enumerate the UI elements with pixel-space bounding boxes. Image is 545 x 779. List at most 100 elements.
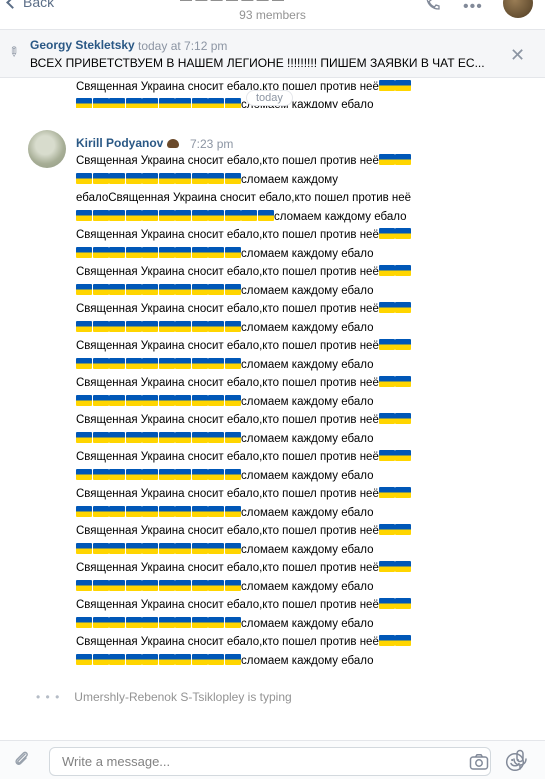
message-author[interactable]: Kirill Podyanov (76, 136, 180, 150)
ukraine-flag-icon (158, 468, 175, 480)
message-line: сломаем каждому ебало (76, 319, 476, 338)
ukraine-flag-icon (109, 98, 125, 108)
message-line: сломаем каждому ебало (76, 356, 476, 375)
typing-text: Umershly-Rebenok S-Tsiklopley is typing (74, 690, 292, 704)
ukraine-flag-icon (76, 172, 92, 184)
ukraine-flag-icon (208, 283, 224, 295)
date-divider: today (246, 90, 293, 106)
ukraine-flag-icon (191, 246, 208, 258)
message-input[interactable] (50, 748, 400, 775)
ukraine-flag-icon (109, 431, 125, 443)
pinned-author[interactable]: Georgy Stekletsky (30, 38, 135, 52)
ukraine-flag-icon (208, 394, 224, 406)
ukraine-flag-icon (76, 468, 92, 480)
message-line: сломаем каждому ебало (76, 282, 476, 301)
ukraine-flag-icon (395, 376, 412, 387)
ukraine-flag-icon (175, 98, 191, 108)
ukraine-flag-icon (257, 209, 274, 221)
message-line: сломаем каждому ебало (76, 245, 476, 264)
close-icon[interactable]: ✕ (510, 45, 525, 66)
ukraine-flag-icon (125, 468, 142, 480)
message-line: Священная Украина сносит ебало,кто пошел… (76, 633, 476, 652)
ukraine-flag-icon (158, 394, 175, 406)
ukraine-flag-icon (158, 616, 175, 628)
ukraine-flag-icon (125, 431, 142, 443)
message-line-text: Священная Украина сносит ебало,кто пошел… (76, 340, 379, 352)
message-line-text: сломаем каждому ебало (241, 654, 374, 667)
ukraine-flag-icon (191, 431, 208, 443)
ukraine-flag-icon (395, 598, 412, 609)
message-line: Священная Украина сносит ебало,кто пошел… (76, 522, 476, 541)
message-line: сломаем каждому ебало (76, 652, 476, 671)
previous-message-line: Священная Украина сносит ебало,кто пошел… (76, 81, 379, 93)
message-line-text: сломаем каждому ебало (241, 543, 374, 556)
ukraine-flag-icon (142, 357, 158, 369)
ukraine-flag-icon (395, 339, 412, 350)
ukraine-flag-icon (208, 468, 224, 480)
ukraine-flag-icon (158, 653, 175, 665)
ukraine-flag-icon (142, 209, 158, 221)
ukraine-flag-icon (142, 616, 158, 628)
ukraine-flag-icon (378, 228, 395, 239)
message-line: ебалоСвященная Украина сносит ебало,кто … (76, 189, 476, 208)
microphone-icon[interactable] (511, 749, 529, 771)
message-line: Священная Украина сносит ебало,кто пошел… (76, 411, 476, 430)
message-line: Священная Украина сносит ебало,кто пошел… (76, 300, 476, 319)
message-line: Священная Украина сносит ебало,кто пошел… (76, 485, 476, 504)
message-line: Священная Украина сносит ебало,кто пошел… (76, 337, 476, 356)
ukraine-flag-icon (76, 246, 92, 258)
avatar[interactable] (28, 130, 66, 168)
ukraine-flag-icon (208, 542, 224, 554)
ukraine-flag-icon (208, 616, 224, 628)
message-line-text: Священная Украина сносит ебало,кто пошел… (76, 155, 379, 167)
ukraine-flag-icon (158, 320, 175, 332)
message-line: сломаем каждому ебало (76, 504, 476, 523)
ukraine-flag-icon (224, 431, 241, 443)
chat-header: Back — — — — — — — 93 members ••• (0, 0, 545, 30)
ukraine-flag-icon (191, 172, 208, 184)
more-icon[interactable]: ••• (463, 0, 483, 16)
message-line: Священная Украина сносит ебало,кто пошел… (76, 559, 476, 578)
pinned-time: today at 7:12 pm (138, 39, 228, 53)
ukraine-flag-icon (224, 98, 241, 108)
message-line-text: Священная Украина сносит ебало,кто пошел… (76, 377, 379, 389)
ukraine-flag-icon (109, 468, 125, 480)
ukraine-flag-icon (175, 505, 191, 517)
ukraine-flag-icon (395, 302, 412, 313)
ukraine-flag-icon (142, 653, 158, 665)
ukraine-flag-icon (208, 172, 224, 184)
message-line: сломаем каждому ебало (76, 541, 476, 560)
ukraine-flag-icon (109, 653, 125, 665)
message-line: Священная Украина сносит ебало,кто пошел… (76, 226, 476, 245)
ukraine-flag-icon (224, 505, 241, 517)
ukraine-flag-icon (125, 579, 142, 591)
ukraine-flag-icon (158, 505, 175, 517)
paperclip-icon[interactable] (12, 749, 32, 769)
ukraine-flag-icon (92, 616, 109, 628)
message-input-box[interactable] (49, 747, 525, 776)
ukraine-flag-icon (76, 579, 92, 591)
message-line-text: сломаем каждому ебало (241, 469, 374, 482)
ukraine-flag-icon (92, 505, 109, 517)
typing-dots-icon: • • • (36, 690, 61, 704)
author-name[interactable]: Kirill Podyanov (76, 136, 163, 150)
phone-icon[interactable] (424, 0, 442, 10)
chat-title[interactable]: — — — — — — — (180, 0, 370, 4)
ukraine-flag-icon (109, 246, 125, 258)
ukraine-flag-icon (92, 468, 109, 480)
ukraine-flag-icon (175, 653, 191, 665)
camera-icon[interactable] (469, 753, 489, 771)
ukraine-flag-icon (109, 209, 125, 221)
ukraine-flag-icon (125, 98, 142, 108)
ukraine-flag-icon (395, 561, 412, 572)
ukraine-flag-icon (395, 524, 412, 535)
ukraine-flag-icon (175, 468, 191, 480)
pinned-message[interactable]: ✎ Georgy Stekletsky today at 7:12 pm ВСЕ… (0, 30, 545, 78)
ukraine-flag-icon (378, 154, 395, 165)
ukraine-flag-icon (208, 505, 224, 517)
ukraine-flag-icon (191, 653, 208, 665)
message-line-text: Священная Украина сносит ебало,кто пошел… (76, 266, 379, 278)
ukraine-flag-icon (224, 283, 241, 295)
ukraine-flag-icon (224, 320, 241, 332)
pinned-text: ВСЕХ ПРИВЕТСТВУЕМ В НАШЕМ ЛЕГИОНЕ !!!!!!… (30, 56, 485, 70)
